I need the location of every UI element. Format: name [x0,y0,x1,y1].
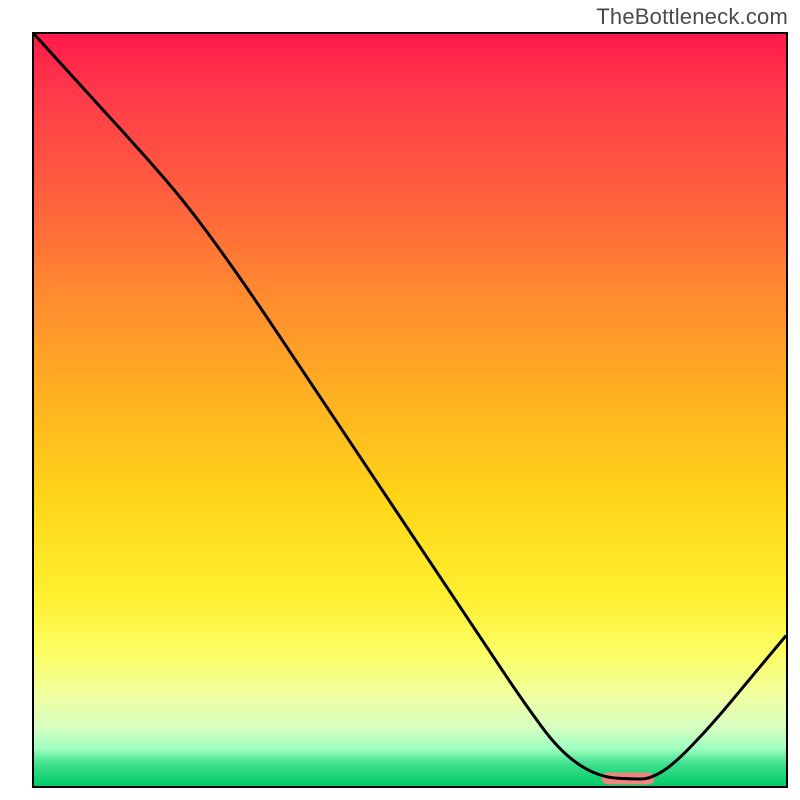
chart-frame [32,32,788,788]
bottleneck-curve [34,34,786,779]
watermark-text: TheBottleneck.com [596,4,788,30]
chart-svg [34,34,786,786]
